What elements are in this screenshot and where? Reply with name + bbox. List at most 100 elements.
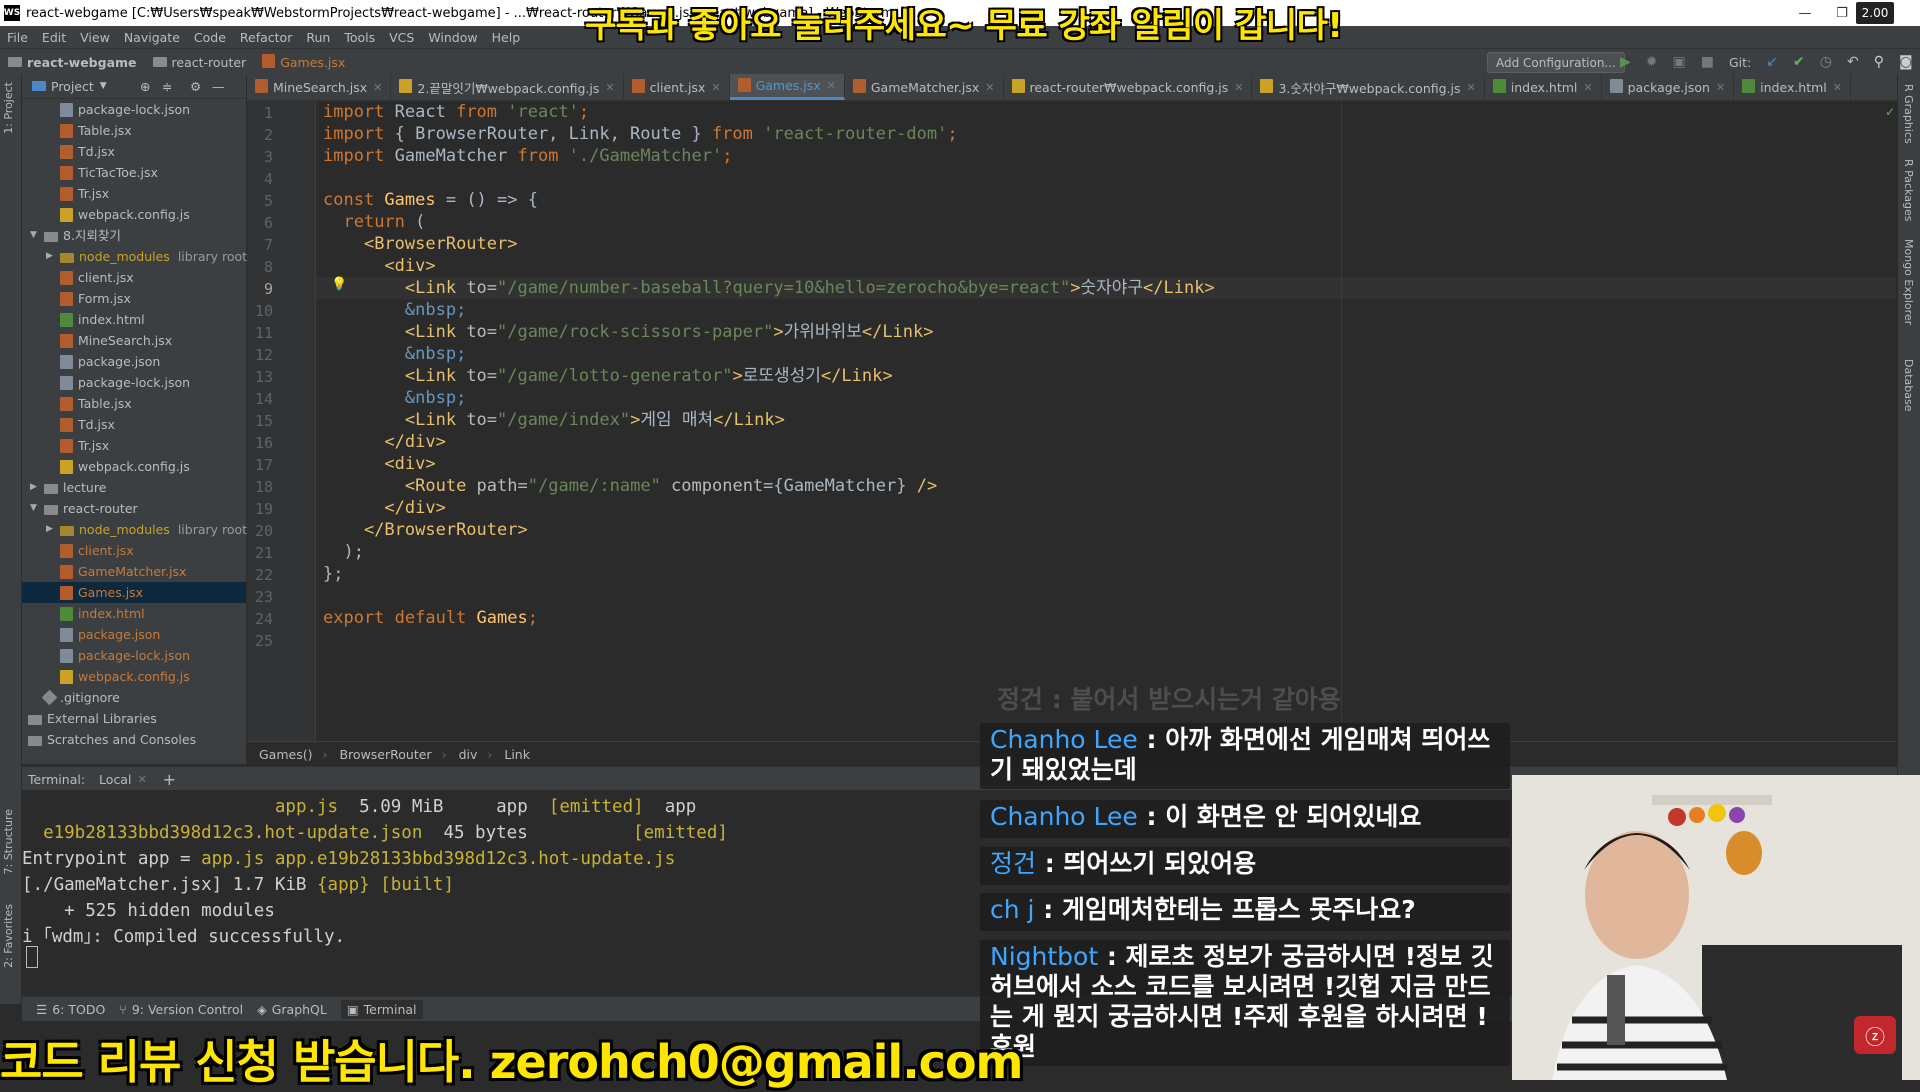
menu-item-code[interactable]: Code: [187, 30, 233, 45]
project-tree-item[interactable]: index.html: [22, 309, 246, 330]
close-icon[interactable]: ✕: [1583, 81, 1592, 94]
project-tree-item[interactable]: Tr.jsx: [22, 183, 246, 204]
project-tree-item[interactable]: index.html: [22, 603, 246, 624]
project-tree-item[interactable]: ▼ react-router: [22, 498, 246, 519]
new-terminal-icon[interactable]: +: [163, 770, 176, 789]
project-tree-item[interactable]: client.jsx: [22, 540, 246, 561]
chevron-down-icon[interactable]: ▼: [30, 498, 37, 519]
close-icon[interactable]: ✕: [137, 773, 146, 786]
project-tree-item[interactable]: package-lock.json: [22, 645, 246, 666]
project-tree-item[interactable]: ▶ node_modules library root: [22, 246, 247, 267]
tool-window-button[interactable]: ⑂ 9: Version Control: [119, 1002, 243, 1017]
project-tree-item[interactable]: package.json: [22, 351, 246, 372]
project-tree-item[interactable]: External Libraries: [22, 708, 246, 729]
git-update-icon[interactable]: ↙: [1766, 54, 1778, 70]
menu-item-vcs[interactable]: VCS: [382, 30, 421, 45]
editor-tab[interactable]: index.html ✕: [1734, 74, 1852, 100]
editor-tab[interactable]: MineSearch.jsx ✕: [247, 74, 392, 100]
project-tree-item[interactable]: package-lock.json: [22, 372, 246, 393]
project-tree-item[interactable]: .gitignore: [22, 687, 246, 708]
project-tree-item[interactable]: ▶ lecture: [22, 477, 246, 498]
search-everywhere-icon[interactable]: ⚲: [1874, 54, 1884, 70]
menu-item-window[interactable]: Window: [421, 30, 484, 45]
nav-crumb-folder[interactable]: react-router: [152, 55, 246, 70]
menu-item-refactor[interactable]: Refactor: [233, 30, 299, 45]
close-icon[interactable]: ✕: [605, 81, 614, 94]
tool-window-button[interactable]: ◈ GraphQL: [257, 1002, 327, 1017]
editor-tab[interactable]: Games.jsx ✕: [729, 74, 845, 100]
debug-icon[interactable]: ✹: [1646, 54, 1658, 70]
editor-tab[interactable]: GameMatcher.jsx ✕: [845, 74, 1004, 100]
project-tree-item[interactable]: package.json: [22, 624, 246, 645]
project-tree-item[interactable]: GameMatcher.jsx: [22, 561, 246, 582]
menu-item-navigate[interactable]: Navigate: [117, 30, 187, 45]
project-tree-item[interactable]: Tr.jsx: [22, 435, 246, 456]
git-rollback-icon[interactable]: ↶: [1847, 54, 1859, 70]
close-icon[interactable]: ✕: [373, 81, 382, 94]
favorites-tool-button[interactable]: 2: Favorites: [2, 904, 15, 968]
project-tree-item[interactable]: Table.jsx: [22, 120, 246, 141]
editor-tab[interactable]: 3.숫자야구₩webpack.config.js ✕: [1252, 74, 1485, 100]
git-history-icon[interactable]: ◷: [1820, 54, 1832, 70]
project-tree-item[interactable]: client.jsx: [22, 267, 246, 288]
mongo-explorer-tool-button[interactable]: Mongo Explorer: [1902, 239, 1915, 325]
chevron-down-icon[interactable]: ▼: [100, 81, 107, 91]
gear-icon[interactable]: ⚙: [190, 79, 201, 94]
editor-tab[interactable]: react-router₩webpack.config.js ✕: [1004, 74, 1253, 100]
editor-tab[interactable]: 2.끝말잇기₩webpack.config.js ✕: [391, 74, 624, 100]
locate-icon[interactable]: ⊕: [140, 79, 150, 94]
run-icon[interactable]: ▶: [1620, 54, 1631, 70]
user-icon[interactable]: ◙: [1899, 54, 1913, 70]
tool-window-button[interactable]: ▣ Terminal: [340, 999, 423, 1019]
chevron-right-icon[interactable]: ▶: [30, 477, 37, 498]
project-tree-item[interactable]: webpack.config.js: [22, 204, 246, 225]
chevron-right-icon[interactable]: ▶: [46, 519, 53, 540]
structure-tool-button[interactable]: 7: Structure: [2, 809, 15, 874]
project-tree-item[interactable]: MineSearch.jsx: [22, 330, 246, 351]
terminal-tab-local[interactable]: Local: [99, 772, 131, 787]
close-icon[interactable]: ✕: [1467, 81, 1476, 94]
editor-tab[interactable]: index.html ✕: [1485, 74, 1602, 100]
close-icon[interactable]: ✕: [1234, 81, 1243, 94]
project-tree-item[interactable]: webpack.config.js: [22, 456, 246, 477]
close-icon[interactable]: ✕: [1716, 81, 1725, 94]
menu-item-tools[interactable]: Tools: [337, 30, 382, 45]
project-view-selector[interactable]: Project: [51, 79, 94, 94]
project-tree-item[interactable]: ▼ 8.지뢰찾기: [22, 225, 246, 246]
stop-icon[interactable]: ■: [1701, 54, 1714, 70]
project-tree-item[interactable]: package-lock.json: [22, 99, 246, 120]
editor-breadcrumb-item[interactable]: div: [459, 747, 478, 762]
database-tool-button[interactable]: Database: [1902, 359, 1915, 412]
collapse-all-icon[interactable]: ≑: [162, 79, 172, 94]
git-commit-icon[interactable]: ✔: [1793, 54, 1805, 70]
project-tree-item[interactable]: Scratches and Consoles: [22, 729, 246, 750]
nav-crumb-file[interactable]: Games.jsx: [262, 54, 345, 70]
editor-breadcrumb-item[interactable]: BrowserRouter: [339, 747, 431, 762]
coverage-icon[interactable]: ▣: [1673, 54, 1686, 70]
project-tree-item[interactable]: Table.jsx: [22, 393, 246, 414]
chevron-down-icon[interactable]: ▼: [30, 225, 37, 246]
close-icon[interactable]: ✕: [711, 81, 720, 94]
close-icon[interactable]: ✕: [985, 81, 994, 94]
hide-icon[interactable]: —: [212, 79, 225, 94]
chevron-right-icon[interactable]: ▶: [46, 246, 53, 267]
project-tree-item[interactable]: Td.jsx: [22, 414, 246, 435]
r-packages-tool-button[interactable]: R Packages: [1902, 159, 1915, 221]
nav-crumb-project[interactable]: react-webgame: [8, 55, 137, 70]
editor-breadcrumb-item[interactable]: Link: [504, 747, 530, 762]
code-editor[interactable]: 1 2 3 4 5 6 7 8 9 10 11 12 13 14 15 16 17 18 19 20 21 22 23 24 2…: [247, 101, 1897, 741]
menu-item-edit[interactable]: Edit: [35, 30, 73, 45]
editor-breadcrumb-item[interactable]: Games(): [259, 747, 312, 762]
project-tree-item[interactable]: ▶ node_modules library root: [22, 519, 247, 540]
project-tool-button[interactable]: 1: Project: [2, 82, 15, 134]
menu-item-file[interactable]: File: [0, 30, 35, 45]
project-tree-item[interactable]: Games.jsx: [22, 582, 246, 603]
project-tree-item[interactable]: webpack.config.js: [22, 666, 246, 687]
close-icon[interactable]: ✕: [1833, 81, 1842, 94]
project-tree-item[interactable]: Td.jsx: [22, 141, 246, 162]
close-icon[interactable]: ✕: [827, 79, 836, 92]
project-tree-item[interactable]: TicTacToe.jsx: [22, 162, 246, 183]
menu-item-run[interactable]: Run: [299, 30, 337, 45]
project-tree-item[interactable]: Form.jsx: [22, 288, 246, 309]
minimize-icon[interactable]: —: [1785, 0, 1825, 26]
